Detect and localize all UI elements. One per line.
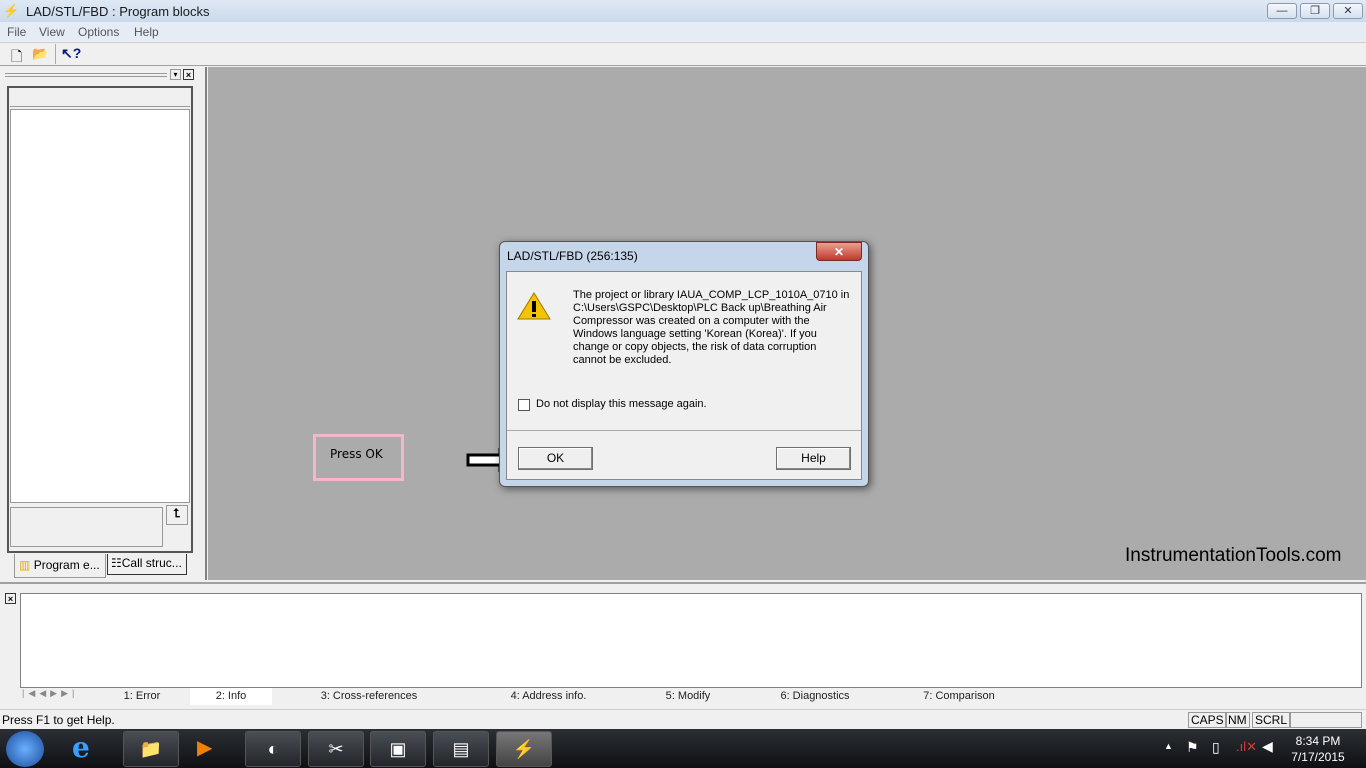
- toolbar: 🗋 📂 ↖?: [0, 42, 1366, 66]
- tab-error[interactable]: 1: Error: [96, 688, 188, 705]
- program-elements-icon: ▥: [19, 558, 31, 572]
- watermark: InstrumentationTools.com: [1125, 545, 1342, 566]
- file-explorer-icon[interactable]: 📁: [123, 731, 179, 767]
- image-viewer-icon[interactable]: ▤: [433, 731, 489, 767]
- status-bar: Press F1 to get Help. CAPS NM SCRL: [0, 709, 1366, 729]
- show-hidden-icons[interactable]: ▲: [1164, 741, 1173, 751]
- snipping-tool-icon[interactable]: ✂: [308, 731, 364, 767]
- simatic-manager-icon[interactable]: ◐: [245, 731, 301, 767]
- action-center-icon[interactable]: ⚑: [1186, 739, 1199, 756]
- restore-button[interactable]: ❐: [1300, 3, 1330, 19]
- toolbar-divider: [55, 44, 56, 64]
- panel-grip: [5, 73, 167, 77]
- caps-indicator: CAPS: [1188, 712, 1227, 728]
- open-folder-icon[interactable]: 📂: [32, 46, 48, 62]
- tab-cross-references[interactable]: 3: Cross-references: [275, 688, 463, 705]
- dialog-title: LAD/STL/FBD (256:135): [507, 249, 638, 263]
- menu-help[interactable]: Help: [134, 25, 159, 39]
- menu-bar: File View Options Help: [0, 22, 1366, 41]
- tree-header: [10, 89, 190, 107]
- clock[interactable]: 8:34 PM 7/17/2015: [1288, 733, 1348, 765]
- status-empty-pane: [1290, 712, 1362, 728]
- program-tree[interactable]: [10, 109, 190, 503]
- press-ok-annotation: Press OK: [313, 434, 404, 481]
- status-help-text: Press F1 to get Help.: [2, 713, 115, 727]
- dialog-message: The project or library IAUA_COMP_LCP_101…: [573, 289, 850, 366]
- media-player-icon[interactable]: ▶: [197, 735, 212, 760]
- taskbar: e 📁 ▶ ◐ ✂ ▣ ▤ ⚡ ▲ ⚑ ▯ .ıl✕ ◀ 8:34 PM 7/1…: [0, 729, 1366, 768]
- warning-dialog: LAD/STL/FBD (256:135) ✕ The project or l…: [499, 241, 869, 487]
- output-area: [20, 593, 1362, 688]
- help-button[interactable]: Help: [776, 447, 851, 470]
- warning-icon: [517, 292, 551, 320]
- close-button[interactable]: ✕: [1333, 3, 1363, 19]
- tab-diagnostics[interactable]: 6: Diagnostics: [745, 688, 885, 705]
- pg-pc-interface-icon[interactable]: ▣: [370, 731, 426, 767]
- lad-stl-fbd-icon[interactable]: ⚡: [496, 731, 552, 767]
- network-icon[interactable]: .ıl✕: [1236, 739, 1257, 755]
- tab-info[interactable]: 2: Info: [190, 688, 272, 705]
- context-help-icon[interactable]: ↖?: [61, 45, 81, 62]
- start-button[interactable]: [6, 731, 44, 767]
- output-panel: × |◀◀▶▶| 1: Error 2: Info 3: Cross-refer…: [0, 582, 1366, 707]
- dont-show-label: Do not display this message again.: [536, 398, 707, 410]
- app-icon: ⚡: [3, 3, 20, 18]
- volume-icon[interactable]: ◀: [1262, 738, 1273, 755]
- window-title: LAD/STL/FBD : Program blocks: [26, 4, 210, 19]
- menu-file[interactable]: File: [7, 25, 26, 39]
- tab-program-elements[interactable]: ▥ Program e...: [14, 554, 106, 578]
- dialog-close-button[interactable]: ✕: [816, 242, 862, 261]
- jump-button[interactable]: ⮤: [166, 505, 188, 525]
- num-indicator: NM: [1225, 712, 1250, 728]
- panel-menu-button[interactable]: ▾: [170, 69, 181, 80]
- battery-icon[interactable]: ▯: [1212, 739, 1220, 756]
- minimize-button[interactable]: —: [1267, 3, 1297, 19]
- detail-field: [10, 507, 163, 547]
- menu-options[interactable]: Options: [78, 25, 119, 39]
- ok-button[interactable]: OK: [518, 447, 593, 470]
- internet-explorer-icon[interactable]: e: [72, 731, 90, 764]
- scroll-indicator: SCRL: [1252, 712, 1291, 728]
- left-panel: ▾ × ⮤ ▥ Program e... ☷Call struc...: [0, 67, 207, 580]
- dont-show-checkbox[interactable]: [518, 399, 530, 411]
- tab-modify[interactable]: 5: Modify: [634, 688, 742, 705]
- tab-address-info[interactable]: 4: Address info.: [466, 688, 631, 705]
- panel-close-button[interactable]: ×: [183, 69, 194, 80]
- tab-scroll-buttons[interactable]: |◀◀▶▶|: [22, 688, 90, 704]
- title-bar: ⚡ LAD/STL/FBD : Program blocks — ❐ ✕: [0, 0, 1366, 22]
- menu-view[interactable]: View: [39, 25, 65, 39]
- call-structure-icon: ☷: [111, 556, 122, 570]
- tab-call-structure[interactable]: ☷Call struc...: [107, 554, 187, 575]
- dialog-divider: [507, 430, 861, 431]
- tab-comparison[interactable]: 7: Comparison: [888, 688, 1030, 705]
- output-close-button[interactable]: ×: [5, 593, 16, 604]
